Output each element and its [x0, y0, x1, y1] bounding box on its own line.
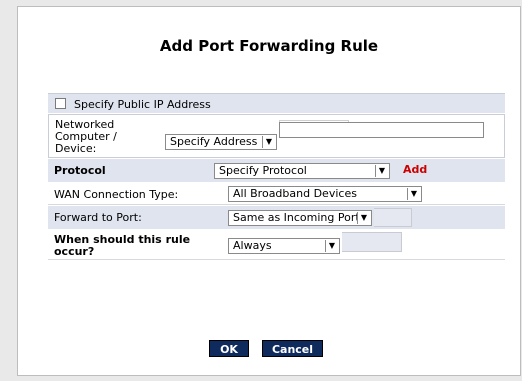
address-select[interactable]: Specify Address ▼ [165, 134, 277, 150]
wan-label: WAN Connection Type: [54, 188, 179, 201]
networked-device-label-3: Device: [55, 142, 97, 155]
schedule-row: When should this rule occur? Always ▼ [48, 230, 505, 260]
schedule-select[interactable]: Always ▼ [228, 238, 340, 254]
forward-spacer [374, 208, 412, 227]
forward-select-value: Same as Incoming Port [233, 211, 360, 224]
chevron-down-icon: ▼ [357, 212, 370, 224]
dialog-panel: Add Port Forwarding Rule Specify Public … [17, 6, 521, 376]
add-protocol-link[interactable]: Add [403, 163, 427, 176]
chevron-down-icon: ▼ [375, 165, 388, 177]
forward-row: Forward to Port: Same as Incoming Port ▼ [48, 206, 505, 229]
public-ip-label: Specify Public IP Address [74, 98, 211, 111]
forward-select[interactable]: Same as Incoming Port ▼ [228, 210, 372, 226]
wan-select-value: All Broadband Devices [233, 187, 357, 200]
cancel-button[interactable]: Cancel [262, 340, 323, 357]
forward-label: Forward to Port: [54, 211, 142, 224]
schedule-label-2: occur? [54, 245, 95, 258]
chevron-down-icon: ▼ [262, 136, 275, 148]
wan-row: WAN Connection Type: All Broadband Devic… [48, 183, 505, 205]
wan-select[interactable]: All Broadband Devices ▼ [228, 186, 422, 202]
public-ip-row: Specify Public IP Address [48, 93, 505, 113]
address-select-value: Specify Address [170, 135, 258, 148]
protocol-row: Protocol Specify Protocol ▼ Add [48, 159, 505, 182]
protocol-select-value: Specify Protocol [219, 164, 307, 177]
protocol-select[interactable]: Specify Protocol ▼ [214, 163, 390, 179]
public-ip-checkbox[interactable] [55, 98, 66, 109]
address-input[interactable] [279, 122, 484, 138]
chevron-down-icon: ▼ [407, 188, 420, 200]
schedule-spacer [342, 232, 402, 252]
protocol-label: Protocol [54, 164, 106, 177]
schedule-select-value: Always [233, 239, 272, 252]
dialog-title: Add Port Forwarding Rule [159, 37, 379, 55]
chevron-down-icon: ▼ [325, 240, 338, 252]
networked-device-row: Networked Computer / Device: Specify Add… [48, 114, 505, 158]
ok-button[interactable]: OK [209, 340, 249, 357]
